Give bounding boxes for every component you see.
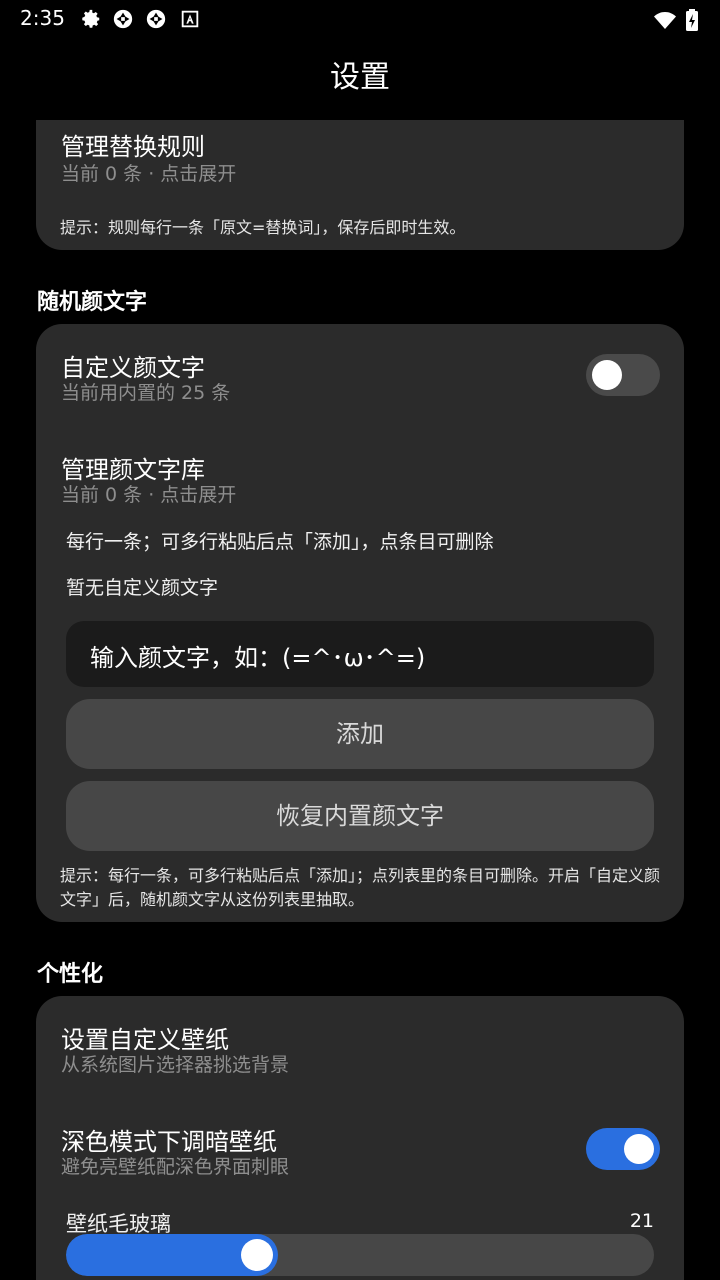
custom-wallpaper-subtitle: 从系统图片选择器挑选背景	[61, 1054, 290, 1076]
dim-wallpaper-toggle[interactable]	[586, 1128, 660, 1170]
font-a-icon	[181, 10, 199, 28]
restore-builtin-emoticons-button[interactable]: 恢复内置颜文字	[66, 781, 654, 851]
wifi-icon	[654, 12, 676, 29]
toggle-knob	[592, 360, 622, 390]
page-title: 设置	[330, 60, 390, 95]
emoticon-empty-text: 暂无自定义颜文字	[66, 577, 219, 599]
wallpaper-blur-slider[interactable]	[66, 1234, 654, 1276]
toggle-knob	[624, 1134, 654, 1164]
status-bar: 2:35	[0, 0, 720, 36]
gear-icon	[82, 9, 100, 28]
emoticon-input-placeholder: 输入颜文字，如：(=^･ω･^=)	[90, 644, 426, 672]
custom-emoticons-toggle[interactable]	[586, 354, 660, 396]
aperture-icon	[146, 9, 166, 29]
emoticons-hint: 提示：每行一条，可多行粘贴后点「添加」；点列表里的条目可删除。开启「自定义颜文字…	[60, 866, 661, 909]
emoticon-input[interactable]: 输入颜文字，如：(=^･ω･^=)	[66, 621, 654, 687]
replace-rules-card: 管理替换规则 当前 0 条 · 点击展开 提示：规则每行一条「原文=替换词」，保…	[36, 120, 684, 250]
personalization-card: 设置自定义壁纸 从系统图片选择器挑选背景 深色模式下调暗壁纸 避免亮壁纸配深色界…	[36, 996, 684, 1280]
settings-list[interactable]: 管理替换规则 当前 0 条 · 点击展开 提示：规则每行一条「原文=替换词」，保…	[0, 120, 720, 1280]
custom-emoticons-subtitle: 当前用内置的 25 条	[61, 382, 231, 404]
replace-rules-hint: 提示：规则每行一条「原文=替换词」，保存后即时生效。	[60, 218, 466, 237]
add-emoticon-button[interactable]: 添加	[66, 699, 654, 769]
wallpaper-blur-value: 21	[629, 1210, 654, 1232]
dim-wallpaper-subtitle: 避免亮壁纸配深色界面刺眼	[61, 1156, 290, 1178]
manage-replace-rules-title[interactable]: 管理替换规则	[61, 127, 205, 162]
aperture-icon	[113, 9, 133, 29]
section-header-personalization: 个性化	[37, 962, 104, 987]
status-time: 2:35	[20, 6, 65, 30]
battery-charging-icon	[686, 9, 698, 31]
emoticons-card: 自定义颜文字 当前用内置的 25 条 管理颜文字库 当前 0 条 · 点击展开 …	[36, 324, 684, 922]
manage-emoticon-library-subtitle: 当前 0 条 · 点击展开	[61, 484, 237, 506]
emoticon-instructions: 每行一条；可多行粘贴后点「添加」，点条目可删除	[66, 531, 494, 553]
slider-thumb[interactable]	[241, 1239, 273, 1271]
section-header-emoticons: 随机颜文字	[37, 290, 148, 315]
manage-replace-rules-subtitle: 当前 0 条 · 点击展开	[61, 163, 237, 185]
